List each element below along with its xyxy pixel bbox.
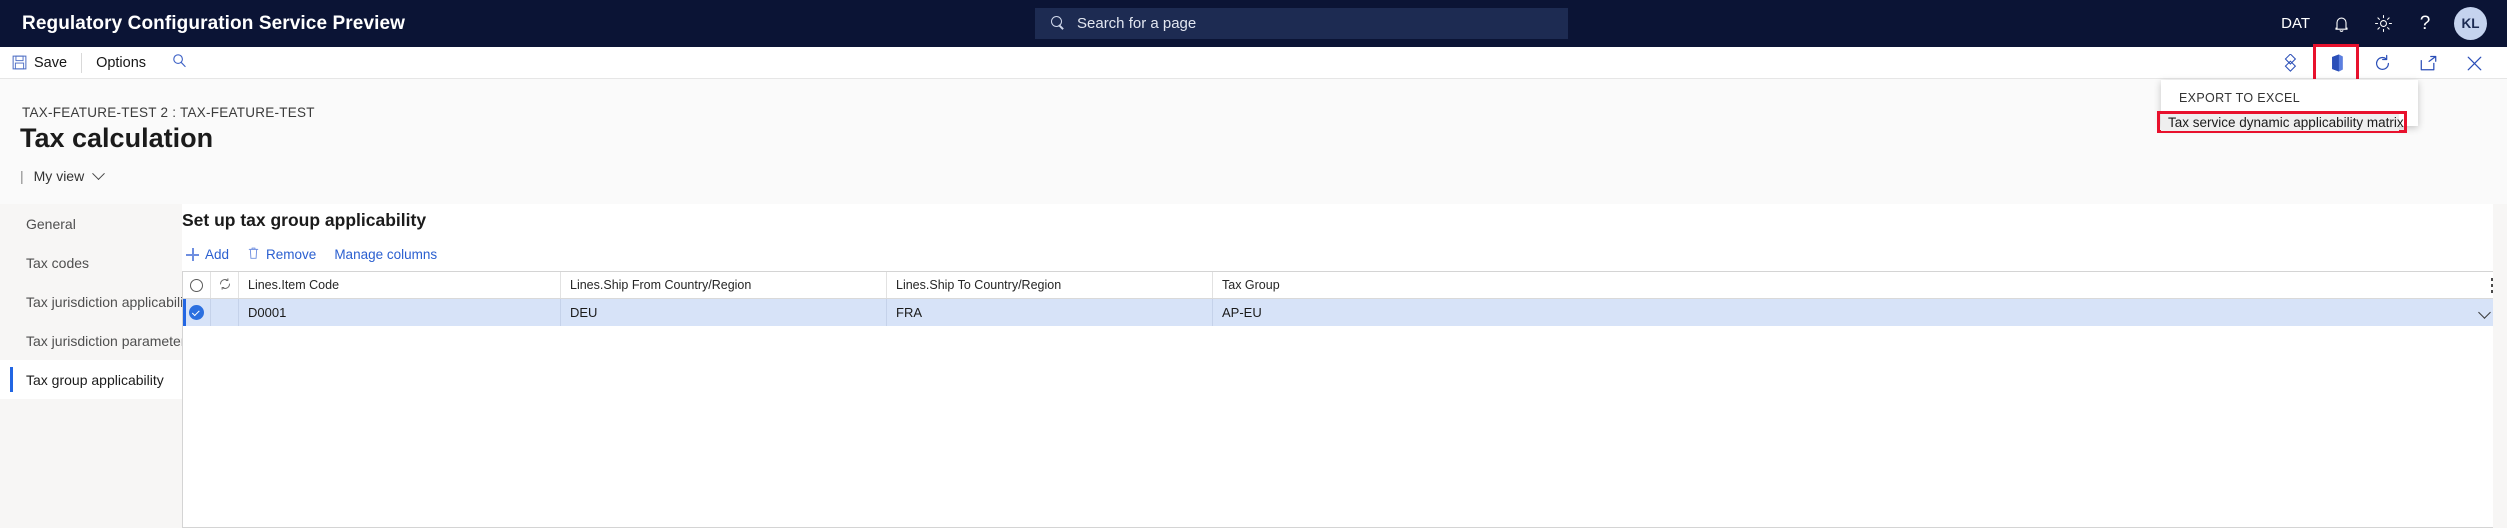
- save-label: Save: [34, 54, 68, 71]
- help-button[interactable]: ?: [2404, 0, 2446, 47]
- options-label: Options: [96, 54, 147, 71]
- sidebar-item-label: Tax jurisdiction parameters: [26, 332, 193, 349]
- sidebar-item-tax-jurisdiction-applicability[interactable]: Tax jurisdiction applicability: [0, 282, 194, 321]
- sidebar-item-label: General: [26, 215, 76, 232]
- command-bar-right-group: [2267, 44, 2497, 82]
- sidebar-item-tax-group-applicability[interactable]: Tax group applicability: [0, 360, 182, 399]
- sidebar-item-label: Tax codes: [26, 254, 90, 271]
- top-navigation-bar: Regulatory Configuration Service Preview…: [0, 0, 2507, 47]
- panel-scrollbar[interactable]: [2493, 204, 2507, 528]
- section-title: Set up tax group applicability: [182, 210, 427, 230]
- sidebar-item-tax-jurisdiction-parameters[interactable]: Tax jurisdiction parameters: [0, 321, 193, 360]
- options-button[interactable]: Options: [84, 47, 158, 79]
- main-panel: Set up tax group applicability Add Remov…: [182, 204, 2507, 528]
- notifications-button[interactable]: [2320, 0, 2362, 47]
- checkmark-icon: [189, 305, 204, 320]
- popout-icon[interactable]: [2412, 48, 2444, 78]
- chevron-down-icon[interactable]: [92, 166, 106, 180]
- column-header-tax-group[interactable]: Tax Group: [1213, 272, 2503, 298]
- company-selector[interactable]: DAT: [2271, 0, 2320, 47]
- search-icon: [172, 53, 187, 73]
- view-separator: |: [20, 168, 24, 184]
- sidebar-item-label: Tax jurisdiction applicability: [26, 293, 195, 310]
- global-search-placeholder: Search for a page: [1077, 15, 1197, 32]
- circle-icon: [190, 278, 203, 292]
- manage-columns-button[interactable]: Manage columns: [330, 243, 449, 266]
- settings-button[interactable]: [2362, 0, 2404, 47]
- top-nav-right-group: DAT ? KL: [2271, 0, 2493, 47]
- add-label: Add: [205, 247, 230, 262]
- page-title: Tax calculation: [20, 123, 214, 153]
- open-in-microsoft-office-icon[interactable]: [2313, 44, 2359, 82]
- save-disk-icon: [12, 55, 27, 70]
- trash-icon: [247, 246, 260, 263]
- command-bar-divider: [81, 52, 83, 73]
- bell-icon: [2333, 15, 2350, 33]
- close-icon[interactable]: [2458, 48, 2490, 78]
- attach-diamond-icon[interactable]: [2274, 48, 2306, 78]
- select-all-header[interactable]: [183, 272, 211, 298]
- sidebar-item-tax-codes[interactable]: Tax codes: [0, 243, 182, 282]
- remove-label: Remove: [266, 247, 317, 262]
- row-status-header[interactable]: [211, 272, 239, 298]
- column-header-item-code[interactable]: Lines.Item Code: [239, 272, 561, 298]
- grid-empty-area: [183, 326, 2503, 527]
- flyout-item-tax-service-dynamic-applicability-matrix[interactable]: Tax service dynamic applicability matrix: [2161, 114, 2404, 131]
- sidebar-item-label: Tax group applicability: [26, 371, 164, 388]
- column-header-ship-from[interactable]: Lines.Ship From Country/Region: [561, 272, 887, 298]
- add-button[interactable]: Add: [182, 243, 241, 266]
- command-bar: Save Options: [0, 44, 2507, 82]
- global-search-input[interactable]: Search for a page: [1035, 8, 1568, 39]
- data-grid: Lines.Item Code Lines.Ship From Country/…: [182, 271, 2504, 528]
- manage-columns-label: Manage columns: [334, 247, 438, 262]
- app-title: Regulatory Configuration Service Preview: [22, 12, 406, 34]
- cell-item-code: D0001: [239, 299, 561, 326]
- cell-tax-group: AP-EU: [1222, 305, 1262, 320]
- plus-icon: [186, 248, 199, 261]
- grid-header-row: Lines.Item Code Lines.Ship From Country/…: [183, 272, 2503, 299]
- refresh-icon[interactable]: [2366, 48, 2398, 78]
- cell-ship-to: FRA: [887, 299, 1213, 326]
- command-bar-search-button[interactable]: [158, 53, 201, 73]
- grid-toolbar: Add Remove Manage columns: [182, 242, 449, 267]
- row-select-checkbox[interactable]: [183, 299, 211, 326]
- view-label[interactable]: My view: [34, 168, 85, 184]
- search-icon: [1051, 16, 1066, 31]
- cell-ship-from: DEU: [561, 299, 887, 326]
- sync-icon: [218, 277, 232, 294]
- breadcrumb: TAX-FEATURE-TEST 2 : TAX-FEATURE-TEST: [22, 105, 315, 120]
- page-body: TAX-FEATURE-TEST 2 : TAX-FEATURE-TEST Ta…: [0, 79, 2507, 528]
- section-tab-strip: General Tax codes Tax jurisdiction appli…: [0, 204, 194, 528]
- remove-button[interactable]: Remove: [243, 242, 328, 267]
- flyout-header: EXPORT TO EXCEL: [2179, 91, 2301, 105]
- view-selector: | My view: [20, 166, 106, 184]
- gear-icon: [2374, 14, 2393, 33]
- row-status-cell: [211, 299, 239, 326]
- column-header-ship-to[interactable]: Lines.Ship To Country/Region: [887, 272, 1213, 298]
- table-row[interactable]: D0001 DEU FRA AP-EU: [183, 299, 2503, 326]
- avatar[interactable]: KL: [2454, 7, 2487, 40]
- command-bar-left-group: Save Options: [0, 47, 201, 79]
- save-button[interactable]: Save: [0, 47, 79, 79]
- sidebar-item-general[interactable]: General: [0, 204, 182, 243]
- question-mark-icon: ?: [2419, 12, 2431, 34]
